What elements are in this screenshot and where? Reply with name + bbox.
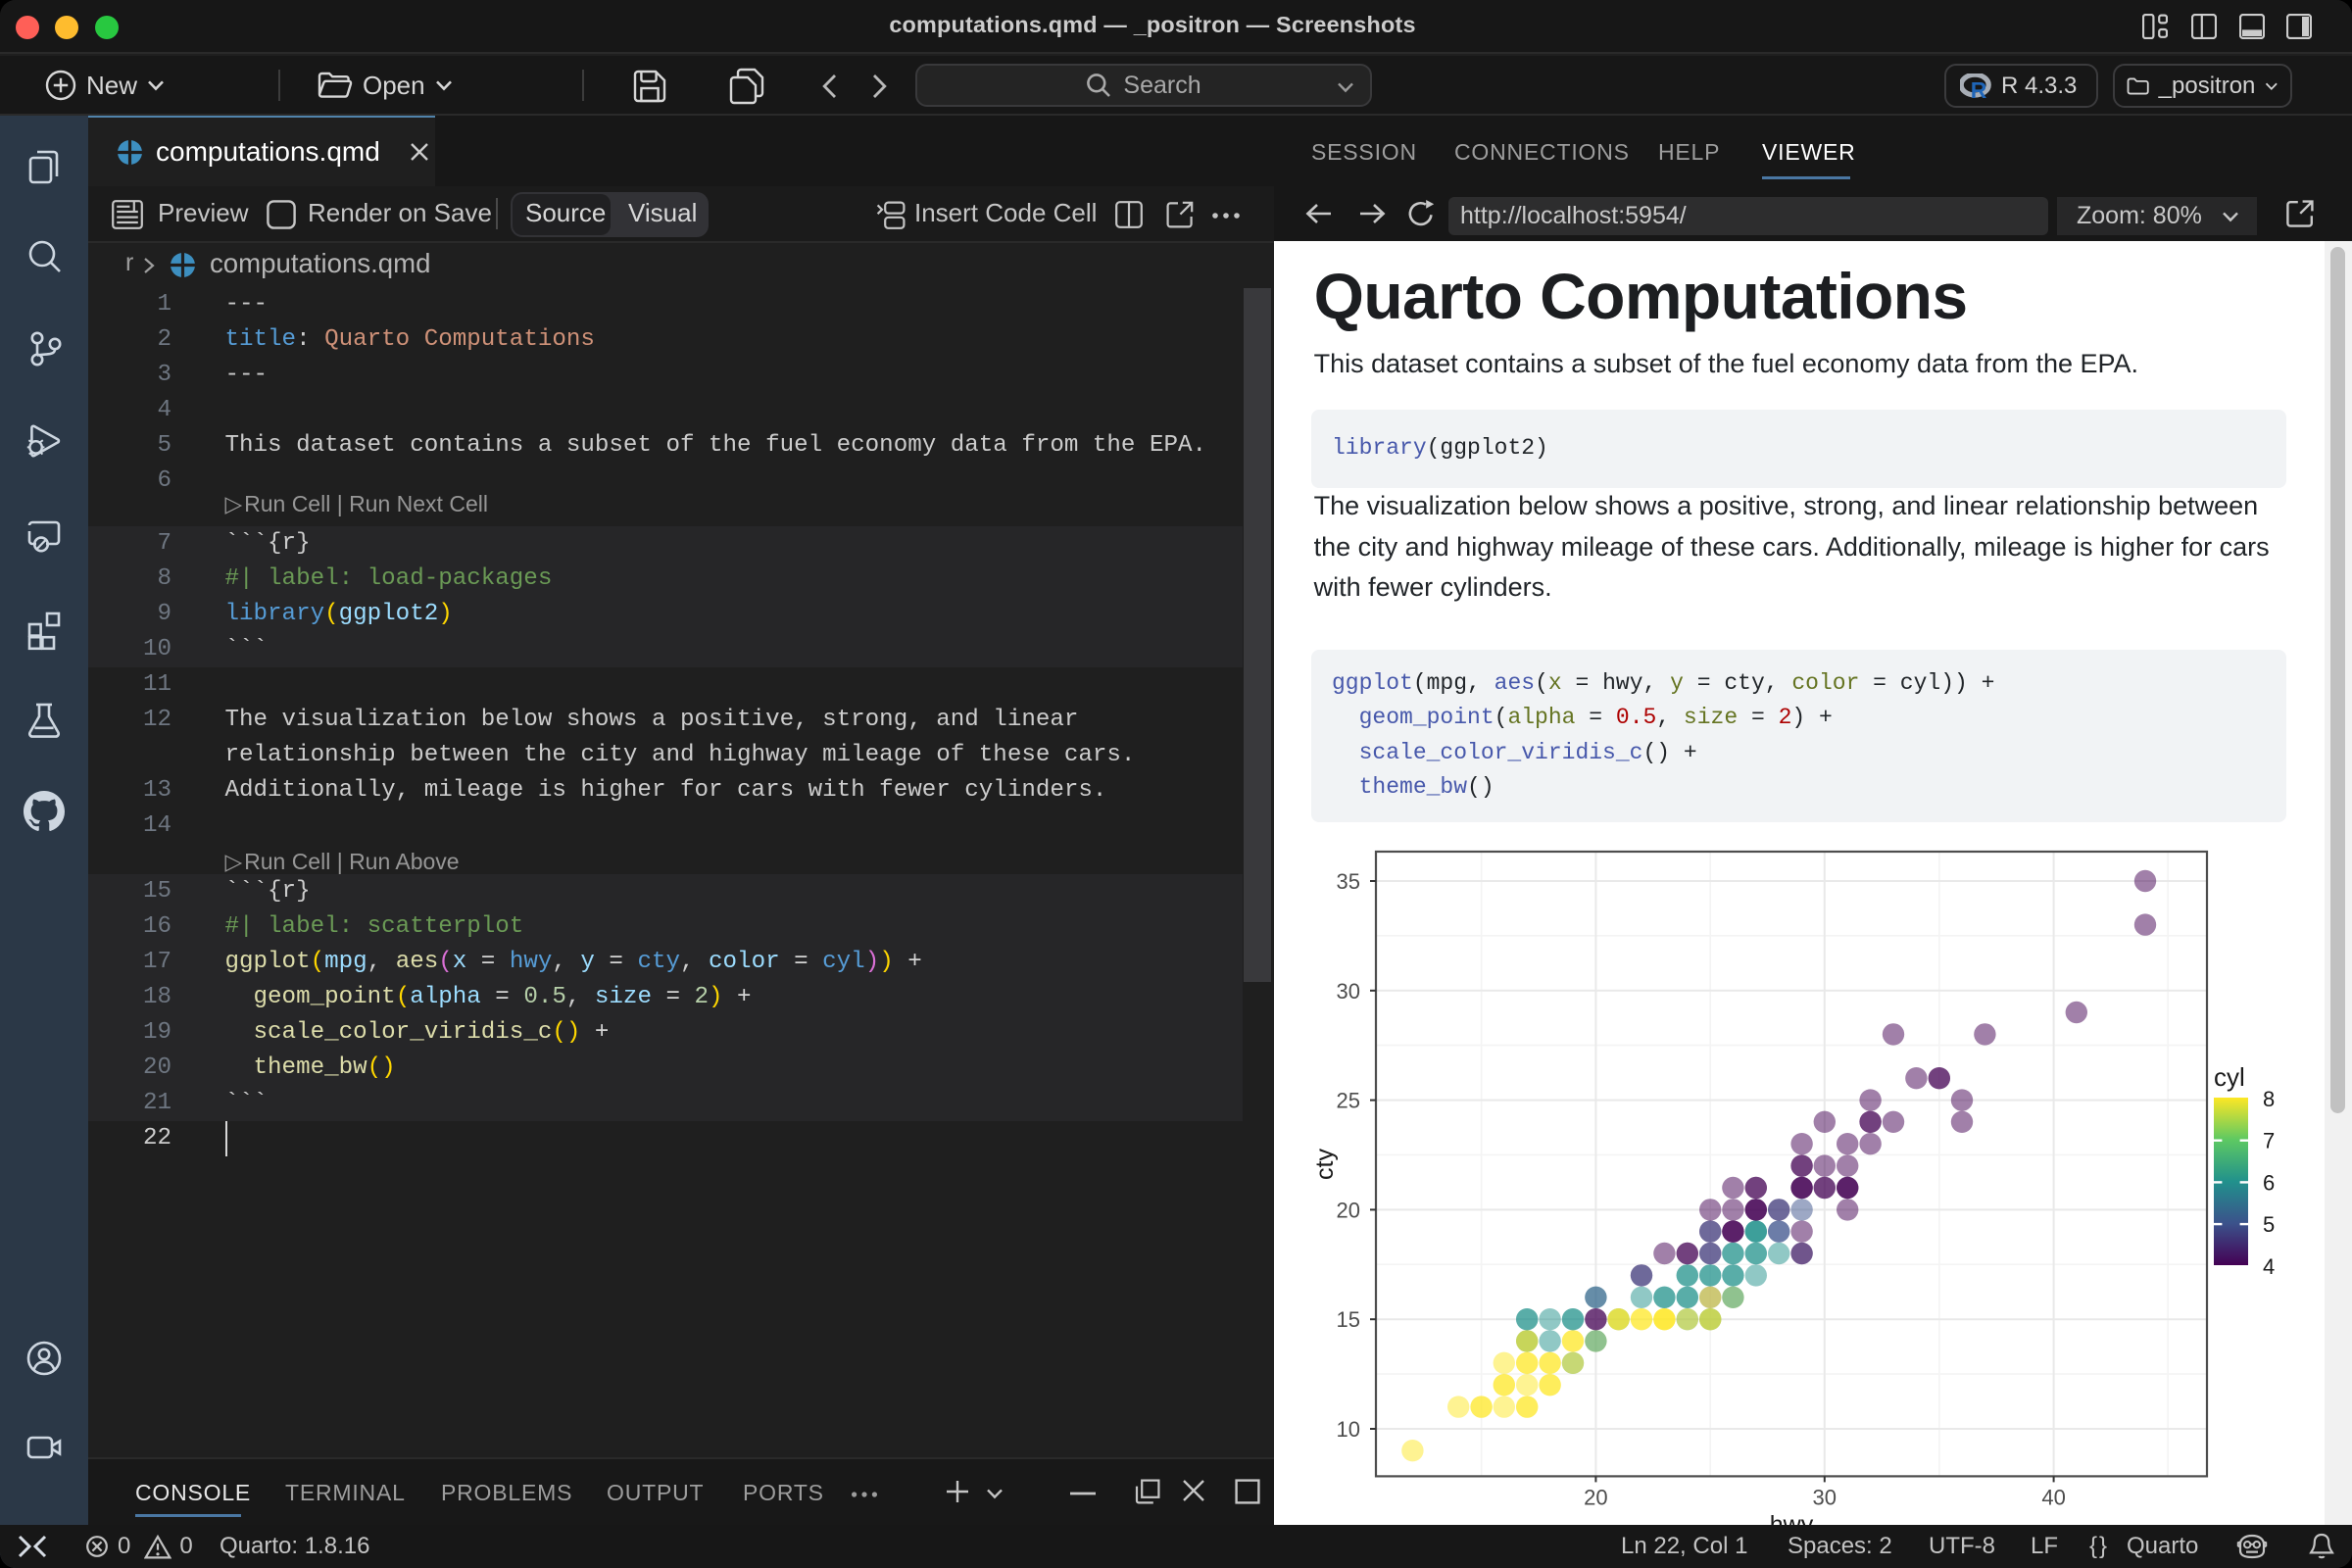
svg-text:25: 25 (1337, 1089, 1360, 1113)
svg-text:30: 30 (1337, 979, 1360, 1004)
svg-text:35: 35 (1337, 869, 1360, 894)
svg-text:cty: cty (1311, 1149, 1339, 1180)
svg-text:30: 30 (1813, 1485, 1837, 1509)
svg-text:20: 20 (1584, 1485, 1607, 1509)
svg-text:8: 8 (2263, 1087, 2275, 1111)
svg-text:R: R (1971, 77, 1987, 99)
svg-text:6: 6 (2263, 1170, 2275, 1195)
svg-text:hwy: hwy (1770, 1511, 1814, 1525)
svg-text:10: 10 (1337, 1417, 1360, 1442)
svg-text:15: 15 (1337, 1307, 1360, 1332)
svg-text:40: 40 (2041, 1485, 2065, 1509)
svg-text:7: 7 (2263, 1129, 2275, 1153)
svg-text:cyl: cyl (2214, 1062, 2245, 1092)
svg-text:20: 20 (1337, 1198, 1360, 1222)
svg-text:4: 4 (2263, 1254, 2275, 1279)
svg-text:5: 5 (2263, 1212, 2275, 1237)
